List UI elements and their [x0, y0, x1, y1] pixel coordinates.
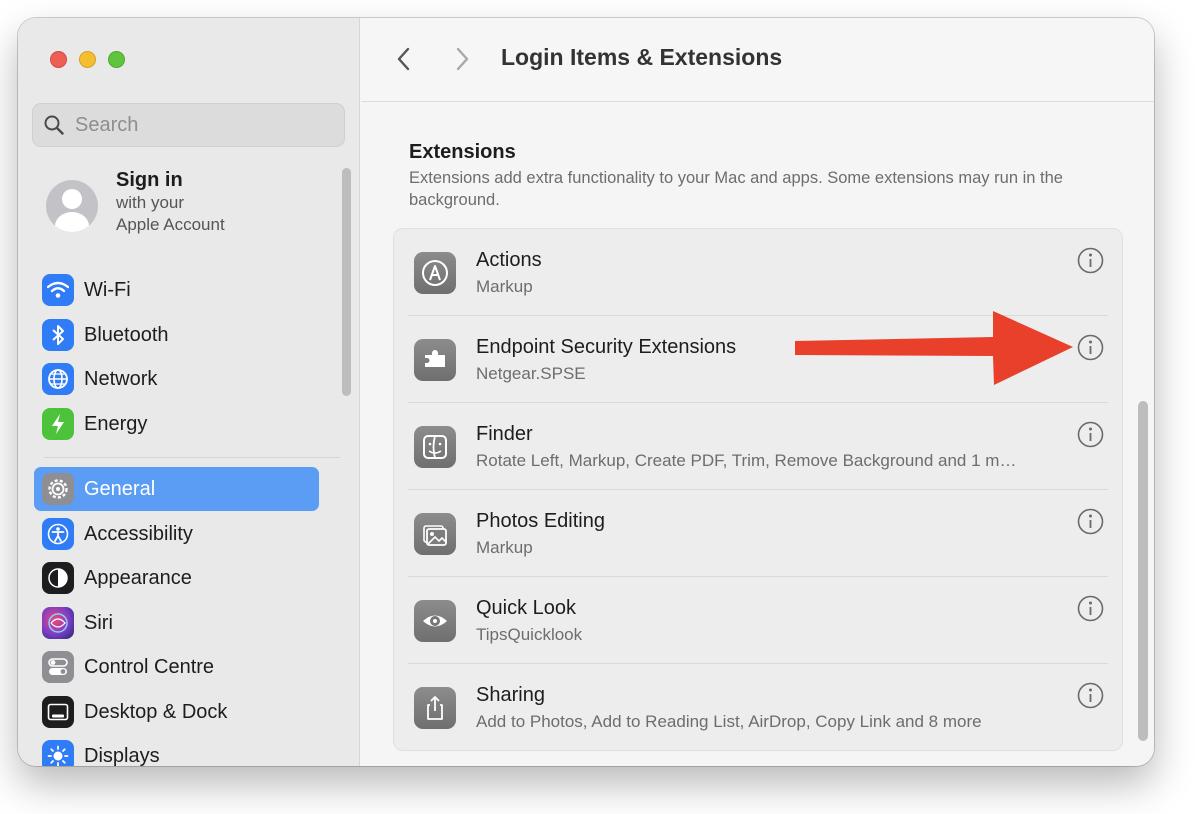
sidebar-divider	[44, 457, 340, 458]
account-subtitle-2: Apple Account	[116, 215, 225, 234]
search-placeholder: Search	[75, 113, 139, 136]
photos-icon	[414, 513, 456, 555]
info-button[interactable]	[1077, 421, 1104, 448]
bluetooth-icon	[42, 319, 74, 351]
close-button[interactable]	[50, 51, 67, 68]
toggles-icon	[42, 651, 74, 683]
account-subtitle-1: with your	[116, 193, 185, 212]
sidebar-item-label: Accessibility	[84, 522, 193, 545]
window-controls	[50, 51, 125, 68]
sidebar-scrollbar[interactable]	[342, 168, 351, 396]
zoom-button[interactable]	[108, 51, 125, 68]
main-content: Extensions Extensions add extra function…	[361, 103, 1154, 766]
sidebar-item-accessibility[interactable]: Accessibility	[34, 512, 319, 556]
sidebar-item-control-centre[interactable]: Control Centre	[34, 645, 319, 689]
forward-button[interactable]	[449, 44, 475, 74]
sidebar-item-label: Control Centre	[84, 655, 215, 678]
extension-title: Sharing	[476, 684, 545, 706]
info-button[interactable]	[1077, 508, 1104, 535]
extension-title: Endpoint Security Extensions	[476, 336, 737, 358]
sidebar-item-energy[interactable]: Energy	[34, 402, 319, 446]
list-item[interactable]: Quick Look TipsQuicklook	[394, 577, 1122, 664]
back-button[interactable]	[391, 44, 417, 74]
list-item[interactable]: Sharing Add to Photos, Add to Reading Li…	[394, 664, 1122, 751]
puzzle-icon	[414, 339, 456, 381]
extension-title: Finder	[476, 423, 533, 445]
info-button[interactable]	[1077, 334, 1104, 361]
section-title: Extensions	[409, 141, 516, 163]
eye-icon	[414, 600, 456, 642]
sidebar-item-general[interactable]: General	[34, 467, 319, 511]
finder-icon	[414, 426, 456, 468]
sidebar-item-appearance[interactable]: Appearance	[34, 556, 319, 600]
toolbar: Login Items & Extensions	[361, 18, 1154, 102]
sidebar-item-label: Appearance	[84, 566, 192, 589]
info-button[interactable]	[1077, 682, 1104, 709]
extension-subtitle: Markup	[476, 277, 533, 296]
sidebar: Search Sign in with your Apple Account W…	[18, 18, 360, 766]
sidebar-item-network[interactable]: Network	[34, 357, 319, 401]
sidebar-item-label: Energy	[84, 412, 148, 435]
search-icon	[44, 115, 64, 135]
extension-subtitle: Markup	[476, 538, 533, 557]
extension-title: Actions	[476, 249, 542, 271]
sidebar-item-bluetooth[interactable]: Bluetooth	[34, 313, 319, 357]
accessibility-icon	[42, 518, 74, 550]
search-input[interactable]: Search	[32, 103, 345, 147]
section-description: Extensions add extra functionality to yo…	[409, 169, 1063, 209]
account-title: Sign in	[116, 169, 183, 191]
list-item[interactable]: Photos Editing Markup	[394, 490, 1122, 577]
share-icon	[414, 687, 456, 729]
extension-title: Quick Look	[476, 597, 577, 619]
minimize-button[interactable]	[79, 51, 96, 68]
chevron-right-icon	[456, 47, 469, 71]
sidebar-item-displays[interactable]: Displays	[34, 734, 319, 766]
sun-icon	[42, 740, 74, 766]
sidebar-item-wifi[interactable]: Wi-Fi	[34, 268, 319, 312]
extension-title: Photos Editing	[476, 510, 605, 532]
annotation-arrow-icon	[795, 311, 1073, 385]
sidebar-item-siri[interactable]: Siri	[34, 601, 319, 645]
extension-subtitle: Add to Photos, Add to Reading List, AirD…	[476, 712, 982, 731]
appearance-icon	[42, 562, 74, 594]
sidebar-item-label: General	[84, 477, 156, 500]
siri-icon	[42, 607, 74, 639]
page-title: Login Items & Extensions	[501, 44, 783, 70]
extension-subtitle: TipsQuicklook	[476, 625, 583, 644]
list-item[interactable]: Actions Markup	[394, 229, 1122, 316]
sidebar-item-label: Siri	[84, 611, 113, 634]
sidebar-item-label: Desktop & Dock	[84, 700, 228, 723]
settings-window: Search Sign in with your Apple Account W…	[18, 18, 1154, 766]
sidebar-item-label: Bluetooth	[84, 323, 169, 346]
sidebar-item-label: Wi-Fi	[84, 278, 131, 301]
wifi-icon	[42, 274, 74, 306]
gear-icon	[42, 473, 74, 505]
bolt-icon	[42, 408, 74, 440]
content-scrollbar[interactable]	[1138, 401, 1148, 741]
avatar	[46, 180, 98, 232]
info-button[interactable]	[1077, 247, 1104, 274]
extensions-list: Actions Markup Endpoint Security Extensi…	[393, 228, 1123, 751]
list-item[interactable]: Finder Rotate Left, Markup, Create PDF, …	[394, 403, 1122, 490]
sidebar-item-desktop-dock[interactable]: Desktop & Dock	[34, 690, 319, 734]
apple-account-signin[interactable]: Sign in with your Apple Account	[46, 168, 225, 236]
sidebar-item-label: Network	[84, 367, 158, 390]
dock-icon	[42, 696, 74, 728]
arrow-shape	[795, 311, 1073, 385]
chevron-left-icon	[397, 47, 410, 71]
extension-subtitle: Netgear.SPSE	[476, 364, 586, 383]
markup-icon	[414, 252, 456, 294]
sidebar-item-label: Displays	[84, 744, 160, 767]
globe-icon	[42, 363, 74, 395]
info-button[interactable]	[1077, 595, 1104, 622]
extension-subtitle: Rotate Left, Markup, Create PDF, Trim, R…	[476, 451, 1017, 470]
